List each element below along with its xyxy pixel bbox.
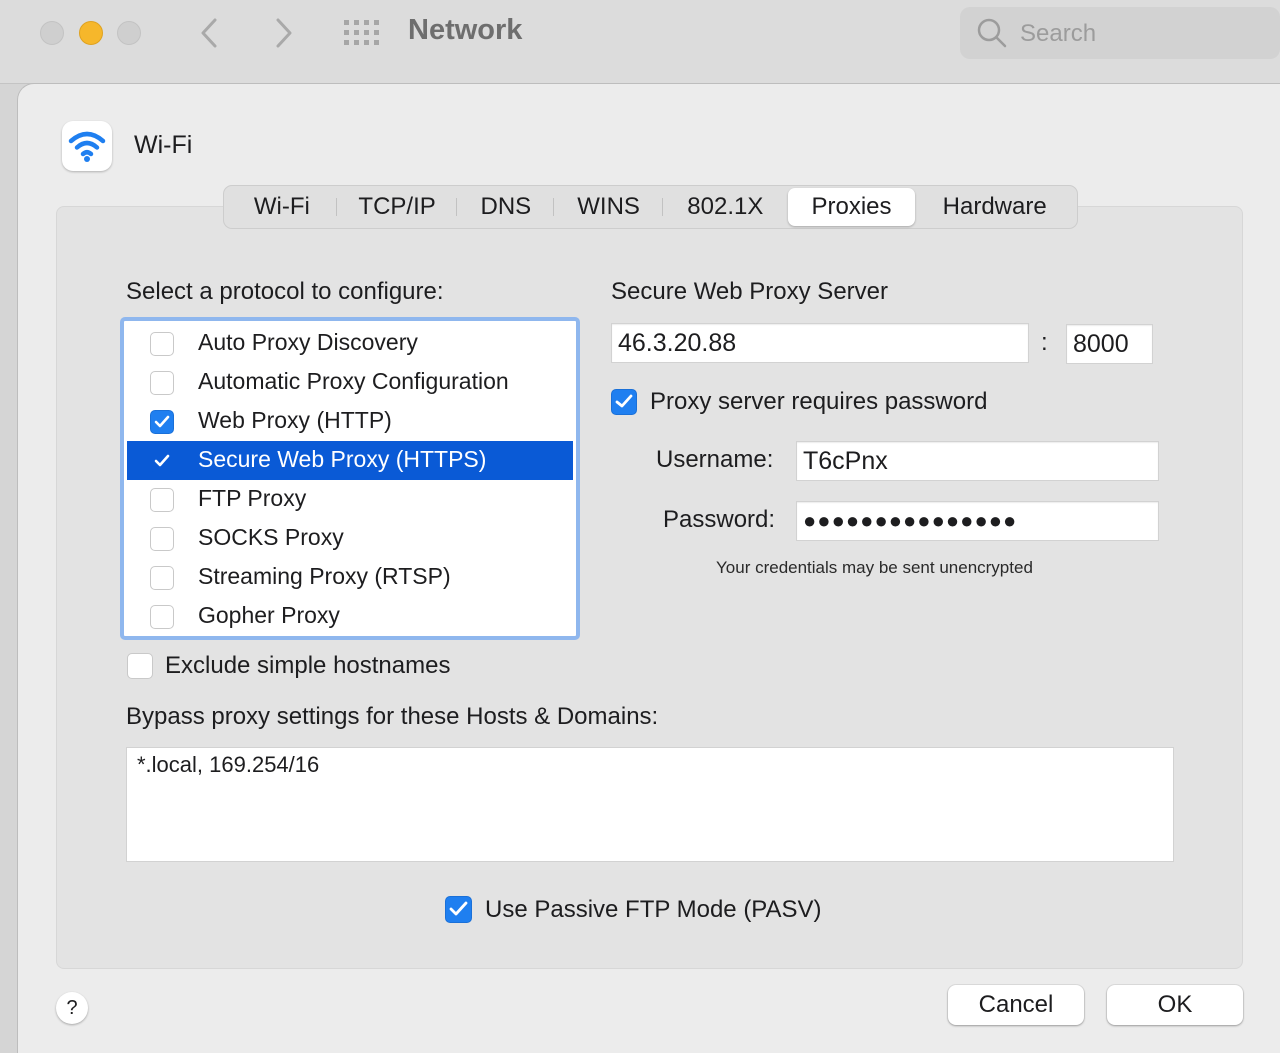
back-button[interactable] bbox=[195, 14, 225, 52]
checkbox[interactable] bbox=[150, 371, 174, 395]
checkmark-icon bbox=[615, 394, 633, 408]
exclude-simple-hostnames-label: Exclude simple hostnames bbox=[165, 652, 451, 679]
wifi-badge bbox=[62, 121, 112, 171]
checkmark-icon bbox=[154, 415, 170, 428]
password-label: Password: bbox=[663, 506, 776, 533]
protocol-ftp-proxy[interactable]: FTP Proxy bbox=[127, 480, 573, 519]
checkbox[interactable] bbox=[150, 527, 174, 551]
unencrypted-warning: Your credentials may be sent unencrypted bbox=[716, 558, 1033, 577]
protocol-secure-web-proxy-https[interactable]: Secure Web Proxy (HTTPS) bbox=[127, 441, 573, 480]
forward-button[interactable] bbox=[268, 14, 298, 52]
help-button[interactable]: ? bbox=[56, 992, 88, 1024]
checkbox[interactable] bbox=[150, 488, 174, 512]
checkmark-icon bbox=[449, 901, 468, 916]
password-field[interactable]: ●●●●●●●●●●●●●●● bbox=[796, 501, 1159, 541]
protocol-gopher-proxy[interactable]: Gopher Proxy bbox=[127, 597, 573, 636]
username-field[interactable]: T6cPnx bbox=[796, 441, 1159, 481]
checkbox[interactable] bbox=[150, 332, 174, 356]
window-titlebar: Network Search bbox=[0, 0, 1280, 84]
tab-tcpip[interactable]: TCP/IP bbox=[337, 188, 458, 226]
protocol-streaming-proxy-rtsp[interactable]: Streaming Proxy (RTSP) bbox=[127, 558, 573, 597]
tab-8021x[interactable]: 802.1X bbox=[663, 188, 788, 226]
ok-button[interactable]: OK bbox=[1107, 985, 1243, 1025]
zoom-window-button[interactable] bbox=[117, 21, 141, 45]
protocol-web-proxy-http[interactable]: Web Proxy (HTTP) bbox=[127, 402, 573, 441]
passive-ftp-label: Use Passive FTP Mode (PASV) bbox=[485, 896, 822, 923]
close-window-button[interactable] bbox=[40, 21, 64, 45]
protocol-list[interactable]: Auto Proxy Discovery Automatic Proxy Con… bbox=[120, 317, 580, 640]
tab-proxies[interactable]: Proxies bbox=[787, 188, 916, 226]
protocol-auto-proxy-discovery[interactable]: Auto Proxy Discovery bbox=[127, 324, 573, 363]
checkbox[interactable] bbox=[150, 566, 174, 590]
show-all-button[interactable] bbox=[343, 19, 379, 47]
bypass-hosts-textarea[interactable]: *.local, 169.254/16 bbox=[126, 747, 1174, 862]
search-placeholder: Search bbox=[1020, 20, 1097, 47]
checkbox[interactable] bbox=[150, 605, 174, 629]
window-title: Network bbox=[408, 14, 523, 46]
protocol-automatic-proxy-configuration[interactable]: Automatic Proxy Configuration bbox=[127, 363, 573, 402]
proxy-server-heading: Secure Web Proxy Server bbox=[611, 278, 888, 305]
proxy-port-field[interactable]: 8000 bbox=[1066, 324, 1153, 364]
tab-hardware[interactable]: Hardware bbox=[915, 188, 1074, 226]
interface-name: Wi-Fi bbox=[134, 131, 193, 159]
search-icon bbox=[977, 18, 1007, 48]
exclude-simple-hostnames-checkbox[interactable] bbox=[127, 653, 153, 679]
minimize-window-button[interactable] bbox=[79, 21, 103, 45]
cancel-button[interactable]: Cancel bbox=[948, 985, 1084, 1025]
checkbox-checked[interactable] bbox=[150, 410, 174, 434]
proxy-host-field[interactable]: 46.3.20.88 bbox=[611, 323, 1029, 363]
host-port-separator: : bbox=[1041, 329, 1048, 356]
requires-password-label: Proxy server requires password bbox=[650, 388, 988, 415]
protocol-socks-proxy[interactable]: SOCKS Proxy bbox=[127, 519, 573, 558]
tab-bar: Wi-Fi TCP/IP DNS WINS 802.1X Proxies Har… bbox=[223, 185, 1078, 229]
checkbox-checked[interactable] bbox=[150, 449, 174, 473]
tab-wifi[interactable]: Wi-Fi bbox=[227, 188, 337, 226]
search-field[interactable]: Search bbox=[960, 7, 1280, 59]
tab-dns[interactable]: DNS bbox=[457, 188, 554, 226]
chevron-right-icon bbox=[276, 18, 292, 48]
bypass-heading: Bypass proxy settings for these Hosts & … bbox=[126, 703, 659, 730]
checkmark-icon bbox=[154, 454, 170, 467]
tab-wins[interactable]: WINS bbox=[554, 188, 663, 226]
proxies-sheet: Wi-Fi Wi-Fi TCP/IP DNS WINS 802.1X Proxi… bbox=[18, 84, 1280, 1053]
grid-icon bbox=[344, 20, 379, 45]
wifi-icon bbox=[68, 131, 106, 162]
chevron-left-icon bbox=[201, 18, 217, 48]
username-label: Username: bbox=[656, 446, 774, 473]
protocol-heading: Select a protocol to configure: bbox=[126, 278, 444, 305]
passive-ftp-checkbox[interactable] bbox=[445, 896, 472, 923]
requires-password-checkbox[interactable] bbox=[611, 389, 637, 415]
